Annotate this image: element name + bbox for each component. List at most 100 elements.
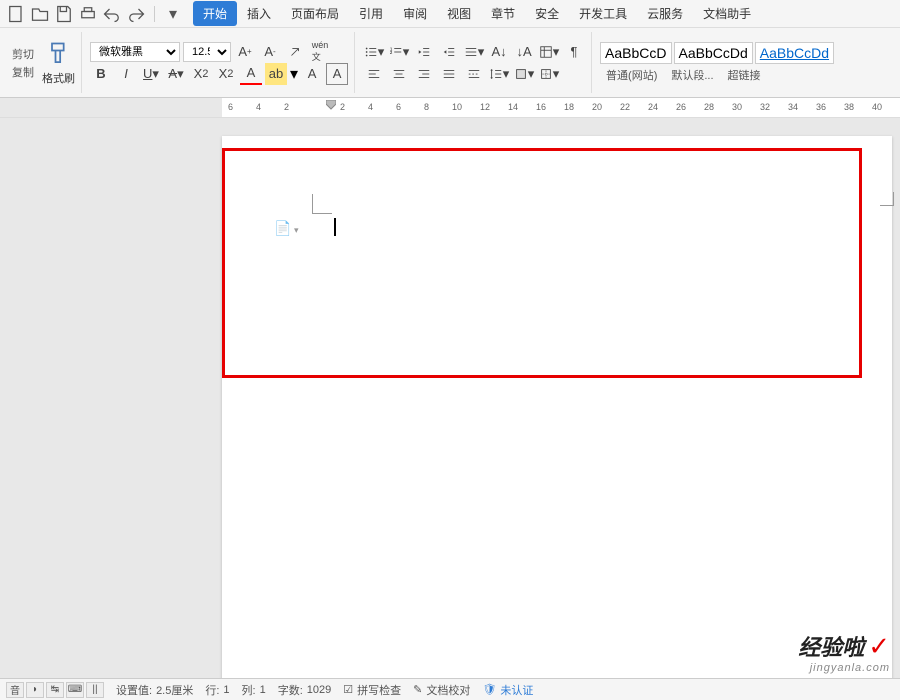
open-icon[interactable]: [30, 4, 50, 24]
style-label-default[interactable]: 默认段...: [665, 66, 719, 84]
tab-section[interactable]: 章节: [481, 1, 525, 26]
status-wordcount[interactable]: 字数: 1029: [278, 682, 332, 698]
format-brush-icon: [45, 40, 73, 68]
tab-devtools[interactable]: 开发工具: [569, 1, 637, 26]
font-group: 微软雅黑 12.5 A+ A- wén文 B I U▾ A▾ X2 X2 A a…: [84, 32, 355, 93]
watermark-check-icon: ✓: [868, 631, 890, 661]
font-size-select[interactable]: 12.5: [183, 42, 231, 62]
new-doc-icon[interactable]: [6, 4, 26, 24]
status-setting[interactable]: 设置值: 2.5厘米: [116, 682, 193, 698]
indent-increase-icon[interactable]: [438, 41, 460, 63]
page-area: 📄: [20, 118, 900, 678]
tab-review[interactable]: 审阅: [393, 1, 437, 26]
tab-security[interactable]: 安全: [525, 1, 569, 26]
ruler-tick: 32: [760, 102, 770, 112]
indent-decrease-icon[interactable]: [413, 41, 435, 63]
superscript-button[interactable]: X2: [190, 63, 212, 85]
status-docproof[interactable]: ✎ 文档校对: [413, 682, 470, 698]
page-paste-options-icon[interactable]: 📄: [274, 220, 298, 237]
ruler-tick: 2: [340, 102, 345, 112]
status-icon-5[interactable]: ||: [86, 682, 104, 698]
qat-separator: [154, 6, 155, 22]
status-icon-2[interactable]: ◗: [26, 682, 44, 698]
font-color-button[interactable]: A: [240, 63, 262, 85]
align-right-icon[interactable]: [413, 63, 435, 85]
tab-cloud[interactable]: 云服务: [637, 1, 693, 26]
align-distribute-icon[interactable]: [463, 63, 485, 85]
shading-icon[interactable]: ▾: [513, 63, 535, 85]
setting-value: 2.5厘米: [156, 682, 193, 698]
horizontal-ruler[interactable]: 642246810121416182022242628303234363840: [222, 98, 900, 117]
italic-button[interactable]: I: [115, 63, 137, 85]
tab-assistant[interactable]: 文档助手: [693, 1, 761, 26]
style-label-link[interactable]: 超链接: [722, 66, 767, 84]
ruler-tick: 10: [452, 102, 462, 112]
status-icon-1[interactable]: 音: [6, 682, 24, 698]
ruler-tick: 22: [620, 102, 630, 112]
ruler-tick: 26: [676, 102, 686, 112]
undo-icon[interactable]: [102, 4, 122, 24]
format-brush-button[interactable]: 格式刷: [42, 40, 75, 86]
vertical-ruler[interactable]: [0, 118, 20, 678]
status-line[interactable]: 行: 1: [205, 682, 229, 698]
ruler-area: 642246810121416182022242628303234363840: [0, 98, 900, 118]
document-page[interactable]: 📄: [222, 136, 892, 678]
underline-button[interactable]: U▾: [140, 63, 162, 85]
text-cursor: [334, 218, 336, 236]
status-mode-icons: 音 ◗ ↹ ⌨ ||: [6, 682, 104, 698]
clear-format-icon[interactable]: [284, 41, 306, 63]
ltr-icon[interactable]: A↓: [488, 41, 510, 63]
ruler-gutter: [0, 98, 222, 117]
subscript-button[interactable]: X2: [215, 63, 237, 85]
bullet-list-icon[interactable]: ▾: [363, 41, 385, 63]
quick-access-toolbar: ▾: [6, 4, 183, 24]
font-grow-icon[interactable]: A+: [234, 41, 256, 63]
line-label: 行:: [205, 682, 219, 698]
setting-label: 设置值:: [116, 682, 152, 698]
style-normal-web[interactable]: AaBbCcD: [600, 42, 671, 64]
align-justify-icon[interactable]: [438, 63, 460, 85]
tab-insert[interactable]: 插入: [237, 1, 281, 26]
ruler-tick: 4: [368, 102, 373, 112]
redo-icon[interactable]: [126, 4, 146, 24]
tab-references[interactable]: 引用: [349, 1, 393, 26]
number-list-icon[interactable]: 12▾: [388, 41, 410, 63]
status-icon-3[interactable]: ↹: [46, 682, 64, 698]
status-col[interactable]: 列: 1: [242, 682, 266, 698]
rtl-icon[interactable]: ↓A: [513, 41, 535, 63]
tab-stops-icon[interactable]: ▾: [463, 41, 485, 63]
save-icon[interactable]: [54, 4, 74, 24]
borders-icon[interactable]: ▾: [538, 63, 560, 85]
status-spellcheck[interactable]: ☑ 拼写检查: [343, 682, 401, 698]
tab-layout[interactable]: 页面布局: [281, 1, 349, 26]
indent-marker-icon[interactable]: [326, 100, 336, 116]
style-label-normal[interactable]: 普通(网站): [600, 66, 663, 84]
style-hyperlink[interactable]: AaBbCcDd: [755, 42, 834, 64]
tab-start[interactable]: 开始: [193, 1, 237, 26]
watermark-main: 经验啦: [798, 635, 864, 660]
col-value: 1: [260, 684, 266, 696]
status-auth[interactable]: 🛡 未认证: [482, 682, 533, 698]
ribbon: 剪切 复制 格式刷 微软雅黑 12.5 A+ A- wén文 B I U▾ A▾…: [0, 28, 900, 98]
sort-icon[interactable]: ▾: [538, 41, 560, 63]
align-center-icon[interactable]: [388, 63, 410, 85]
tab-view[interactable]: 视图: [437, 1, 481, 26]
print-icon[interactable]: [78, 4, 98, 24]
bold-button[interactable]: B: [90, 63, 112, 85]
font-family-select[interactable]: 微软雅黑: [90, 42, 180, 62]
strikethrough-button[interactable]: A▾: [165, 63, 187, 85]
highlight-button[interactable]: ab: [265, 63, 287, 85]
qat-dropdown-icon[interactable]: ▾: [163, 4, 183, 24]
style-default-para[interactable]: AaBbCcDd: [674, 42, 753, 64]
pinyin-icon[interactable]: wén文: [309, 41, 331, 63]
status-icon-4[interactable]: ⌨: [66, 682, 84, 698]
show-marks-icon[interactable]: ¶: [563, 41, 585, 63]
char-shading-button[interactable]: A: [301, 63, 323, 85]
align-left-icon[interactable]: [363, 63, 385, 85]
cut-label[interactable]: 剪切: [12, 46, 34, 62]
line-spacing-icon[interactable]: ▾: [488, 63, 510, 85]
copy-label[interactable]: 复制: [12, 64, 34, 80]
workspace: 📄: [0, 118, 900, 678]
font-shrink-icon[interactable]: A-: [259, 41, 281, 63]
char-border-button[interactable]: A: [326, 63, 348, 85]
